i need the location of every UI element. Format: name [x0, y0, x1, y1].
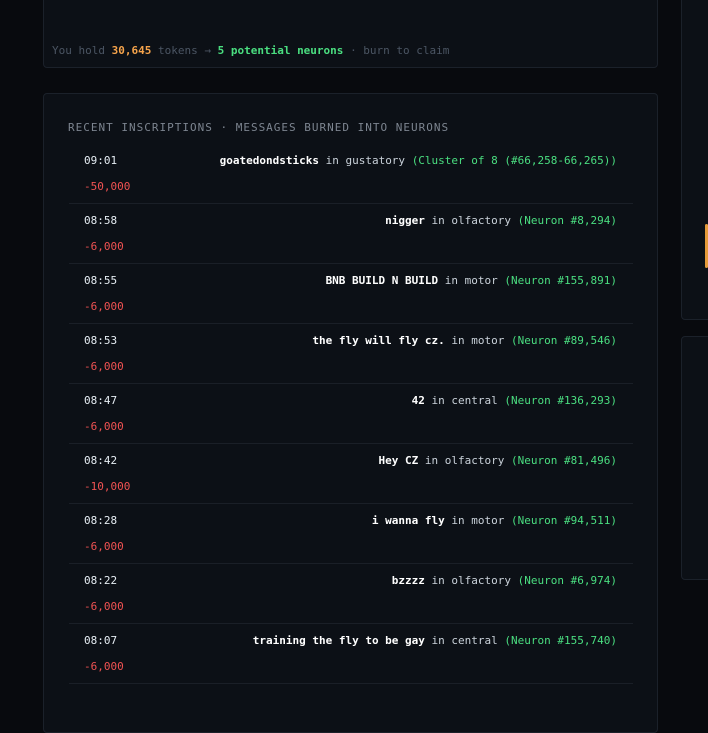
- recent-inscriptions-panel: RECENT INSCRIPTIONS · MESSAGES BURNED IN…: [43, 93, 658, 733]
- region-name: central: [451, 394, 498, 407]
- list-item: 08:58 nigger in olfactory (Neuron #8,294…: [69, 204, 633, 264]
- list-item: 08:42 Hey CZ in olfactory (Neuron #81,49…: [69, 444, 633, 504]
- region-name: olfactory: [451, 574, 512, 587]
- item-message: goatedondsticks in gustatory (Cluster of…: [220, 154, 617, 167]
- message-text: BNB BUILD N BUILD: [325, 274, 439, 287]
- holdings-prefix: You hold: [52, 44, 105, 57]
- neuron-ref: (Neuron #136,293): [504, 394, 617, 407]
- item-message: BNB BUILD N BUILD in motor (Neuron #155,…: [326, 274, 617, 287]
- holdings-panel: You hold 30,645 tokens → 5 potential neu…: [43, 0, 658, 68]
- message-text: the fly will fly cz.: [312, 334, 445, 347]
- side-panel-upper: [681, 0, 708, 320]
- burn-amount: -6,000: [84, 420, 124, 433]
- item-message: i wanna fly in motor (Neuron #94,511): [372, 514, 617, 527]
- item-message: training the fly to be gay in central (N…: [253, 634, 617, 647]
- burn-hint: · burn to claim: [350, 44, 450, 57]
- item-time: 08:53: [84, 334, 118, 347]
- neuron-ref: (Neuron #8,294): [517, 214, 617, 227]
- list-item: 08:53 the fly will fly cz. in motor (Neu…: [69, 324, 633, 384]
- neuron-ref: (Neuron #6,974): [517, 574, 617, 587]
- section-heading: RECENT INSCRIPTIONS · MESSAGES BURNED IN…: [68, 121, 450, 134]
- list-item: 09:01 goatedondsticks in gustatory (Clus…: [69, 144, 633, 204]
- message-text: i wanna fly: [371, 514, 445, 527]
- burn-amount: -6,000: [84, 360, 124, 373]
- neuron-ref: (Cluster of 8 (#66,258-66,265)): [411, 154, 617, 167]
- burn-amount: -6,000: [84, 540, 124, 553]
- holdings-line: You hold 30,645 tokens → 5 potential neu…: [52, 44, 449, 57]
- region-name: central: [451, 634, 498, 647]
- message-text: 42: [411, 394, 425, 407]
- message-text: goatedondsticks: [219, 154, 319, 167]
- message-text: bzzzz: [391, 574, 425, 587]
- item-time: 08:58: [84, 214, 118, 227]
- item-message: Hey CZ in olfactory (Neuron #81,496): [379, 454, 617, 467]
- list-item: 08:22 bzzzz in olfactory (Neuron #6,974)…: [69, 564, 633, 624]
- in-word: in: [431, 634, 445, 647]
- region-name: gustatory: [345, 154, 406, 167]
- inscriptions-list: 09:01 goatedondsticks in gustatory (Clus…: [69, 144, 633, 684]
- region-name: motor: [471, 514, 505, 527]
- message-text: Hey CZ: [378, 454, 419, 467]
- burn-amount: -6,000: [84, 240, 124, 253]
- side-panel-lower: [681, 336, 708, 580]
- item-message: nigger in olfactory (Neuron #8,294): [385, 214, 617, 227]
- neuron-ref: (Neuron #155,891): [504, 274, 617, 287]
- in-word: in: [431, 574, 445, 587]
- tokens-word: tokens →: [157, 44, 211, 57]
- list-item: 08:28 i wanna fly in motor (Neuron #94,5…: [69, 504, 633, 564]
- in-word: in: [431, 214, 445, 227]
- in-word: in: [451, 334, 465, 347]
- burn-amount: -10,000: [84, 480, 131, 493]
- in-word: in: [424, 454, 439, 467]
- in-word: in: [444, 274, 459, 287]
- item-time: 08:28: [84, 514, 118, 527]
- burn-amount: -50,000: [84, 180, 131, 193]
- item-message: 42 in central (Neuron #136,293): [412, 394, 617, 407]
- potential-neurons: 5 potential neurons: [217, 44, 344, 57]
- message-text: nigger: [385, 214, 425, 227]
- region-name: motor: [471, 334, 505, 347]
- burn-amount: -6,000: [84, 300, 124, 313]
- neuron-ref: (Neuron #155,740): [504, 634, 617, 647]
- neuron-ref: (Neuron #81,496): [511, 454, 617, 467]
- item-message: bzzzz in olfactory (Neuron #6,974): [392, 574, 617, 587]
- region-name: motor: [464, 274, 498, 287]
- burn-amount: -6,000: [84, 600, 124, 613]
- message-text: training the fly to be gay: [252, 634, 425, 647]
- burn-amount: -6,000: [84, 660, 124, 673]
- in-word: in: [451, 514, 465, 527]
- region-name: olfactory: [444, 454, 505, 467]
- list-item: 08:55 BNB BUILD N BUILD in motor (Neuron…: [69, 264, 633, 324]
- region-name: olfactory: [451, 214, 512, 227]
- neuron-ref: (Neuron #94,511): [511, 514, 617, 527]
- in-word: in: [325, 154, 339, 167]
- item-time: 08:42: [84, 454, 118, 467]
- item-time: 08:07: [84, 634, 118, 647]
- list-item: 08:47 42 in central (Neuron #136,293) -6…: [69, 384, 633, 444]
- item-time: 08:47: [84, 394, 118, 407]
- item-time: 08:22: [84, 574, 118, 587]
- item-time: 09:01: [84, 154, 118, 167]
- item-time: 08:55: [84, 274, 118, 287]
- neuron-ref: (Neuron #89,546): [511, 334, 617, 347]
- token-count: 30,645: [111, 44, 152, 57]
- list-item: 08:07 training the fly to be gay in cent…: [69, 624, 633, 684]
- item-message: the fly will fly cz. in motor (Neuron #8…: [312, 334, 617, 347]
- in-word: in: [431, 394, 445, 407]
